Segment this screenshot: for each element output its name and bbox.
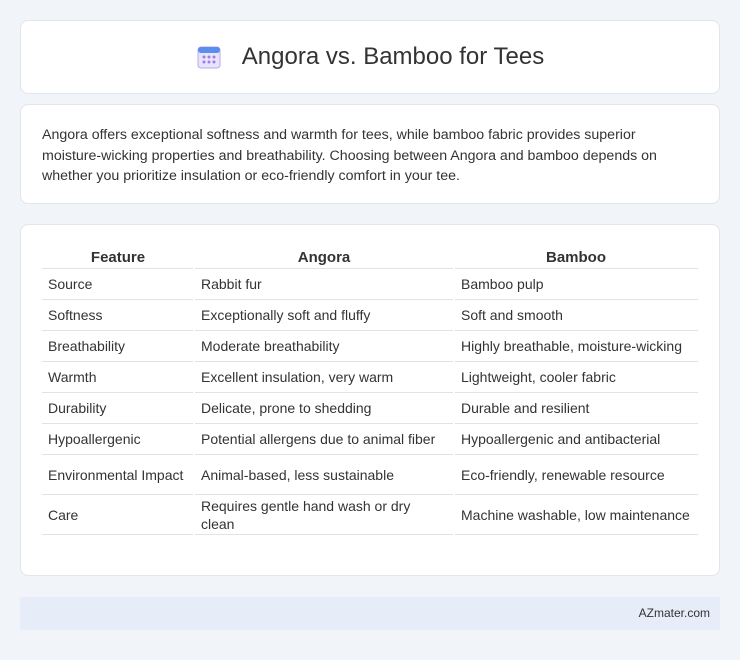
table-row: Warmth Excellent insulation, very warm L… bbox=[42, 361, 698, 393]
column-header-bamboo: Bamboo bbox=[454, 245, 698, 269]
column-header-feature: Feature bbox=[42, 245, 194, 269]
table-row: Breathability Moderate breathability Hig… bbox=[42, 330, 698, 362]
table-row: Source Rabbit fur Bamboo pulp bbox=[42, 268, 698, 300]
bamboo-cell: Hypoallergenic and antibacterial bbox=[454, 423, 698, 455]
feature-cell: Care bbox=[42, 494, 195, 535]
table-row: Hypoallergenic Potential allergens due t… bbox=[42, 423, 698, 455]
feature-cell: Warmth bbox=[42, 361, 195, 393]
intro-text: Angora offers exceptional softness and w… bbox=[42, 127, 657, 184]
bamboo-cell: Bamboo pulp bbox=[454, 268, 698, 300]
comparison-table: Feature Angora Bamboo Source Rabbit fur … bbox=[42, 245, 698, 535]
table-header-row: Feature Angora Bamboo bbox=[42, 245, 698, 269]
bamboo-cell: Eco-friendly, renewable resource bbox=[454, 454, 698, 495]
feature-cell: Source bbox=[42, 268, 195, 300]
intro-card: Angora offers exceptional softness and w… bbox=[20, 104, 720, 204]
angora-cell: Excellent insulation, very warm bbox=[194, 361, 455, 393]
angora-cell: Animal-based, less sustainable bbox=[194, 454, 455, 495]
footer: AZmater.com bbox=[20, 597, 720, 630]
bamboo-cell: Highly breathable, moisture-wicking bbox=[454, 330, 698, 362]
bamboo-cell: Durable and resilient bbox=[454, 392, 698, 424]
title-card: Angora vs. Bamboo for Tees bbox=[20, 20, 720, 94]
footer-site-link[interactable]: AZmater.com bbox=[639, 606, 710, 620]
angora-cell: Delicate, prone to shedding bbox=[194, 392, 455, 424]
table-row: Care Requires gentle hand wash or dry cl… bbox=[42, 494, 698, 535]
angora-cell: Potential allergens due to animal fiber bbox=[194, 423, 455, 455]
feature-cell: Hypoallergenic bbox=[42, 423, 195, 455]
feature-cell: Softness bbox=[42, 299, 195, 331]
comparison-card: Feature Angora Bamboo Source Rabbit fur … bbox=[20, 224, 720, 576]
angora-cell: Exceptionally soft and fluffy bbox=[194, 299, 455, 331]
bamboo-cell: Soft and smooth bbox=[454, 299, 698, 331]
page-title: Angora vs. Bamboo for Tees bbox=[241, 43, 545, 70]
angora-cell: Moderate breathability bbox=[194, 330, 455, 362]
angora-cell: Requires gentle hand wash or dry clean bbox=[194, 494, 455, 535]
table-row: Durability Delicate, prone to shedding D… bbox=[42, 392, 698, 424]
feature-cell: Environmental Impact bbox=[42, 454, 195, 495]
calendar-icon bbox=[196, 44, 222, 70]
column-header-angora: Angora bbox=[194, 245, 454, 269]
feature-cell: Breathability bbox=[42, 330, 195, 362]
table-row: Environmental Impact Animal-based, less … bbox=[42, 454, 698, 495]
table-row: Softness Exceptionally soft and fluffy S… bbox=[42, 299, 698, 331]
bamboo-cell: Lightweight, cooler fabric bbox=[454, 361, 698, 393]
bamboo-cell: Machine washable, low maintenance bbox=[454, 494, 698, 535]
angora-cell: Rabbit fur bbox=[194, 268, 455, 300]
feature-cell: Durability bbox=[42, 392, 195, 424]
